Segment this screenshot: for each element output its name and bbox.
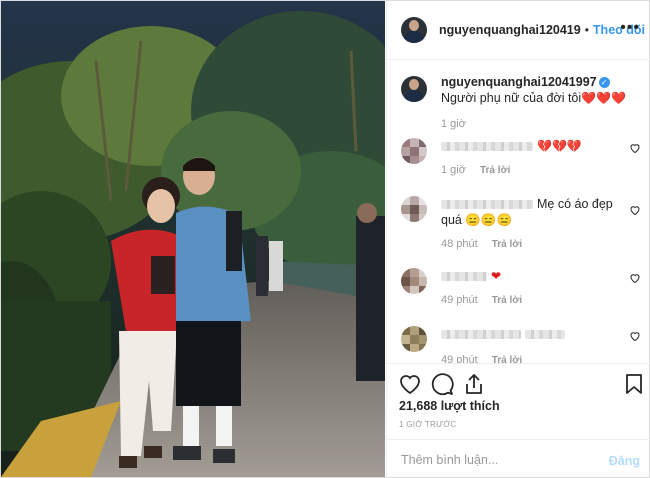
caption-hearts: ❤️❤️❤️ — [581, 91, 626, 105]
comment-time-text[interactable]: 48 phút — [441, 238, 478, 250]
blurred-username — [441, 330, 521, 340]
add-comment-bar: Đăng — [387, 439, 650, 478]
caption-username[interactable]: nguyenquanghai12041997 — [441, 75, 597, 89]
more-icon[interactable]: ••• — [620, 20, 640, 36]
comment-text-block — [441, 326, 616, 342]
comment-time-text[interactable]: 49 phút — [441, 354, 478, 363]
verified-icon: ✓ — [598, 77, 610, 88]
comment-time-text[interactable]: 1 giờ — [441, 164, 466, 176]
comment-heart-icon[interactable] — [629, 142, 641, 154]
reply-button[interactable]: Trả lời — [492, 355, 522, 363]
comment-heart-icon[interactable] — [629, 204, 641, 216]
post-timestamp: 1 GIỜ TRƯỚC — [399, 420, 457, 429]
reply-button[interactable]: Trả lời — [480, 165, 510, 176]
comment-input[interactable] — [399, 450, 593, 470]
post-modal: nguyenquanghai120419 • Theo dõi ••• nguy… — [0, 0, 650, 478]
blurred-username — [441, 272, 487, 282]
post-panel: nguyenquanghai120419 • Theo dõi ••• nguy… — [386, 1, 650, 477]
photo-image — [1, 1, 385, 477]
comment-time: 49 phút Trả lời — [441, 294, 522, 306]
comment-hearts: ❤ — [491, 269, 502, 283]
comment-icon[interactable] — [430, 372, 454, 396]
reply-button[interactable]: Trả lời — [492, 295, 522, 306]
comment-avatar[interactable] — [401, 268, 427, 294]
heart-icon[interactable] — [398, 372, 422, 396]
comment-emoji: 😑😑😑 — [465, 213, 513, 227]
reply-button[interactable]: Trả lời — [492, 239, 522, 250]
comment-text-block: 💔💔💔 — [441, 138, 616, 154]
header-username[interactable]: nguyenquanghai120419 — [439, 23, 581, 37]
caption-text: Người phụ nữ của đời tôi — [441, 91, 582, 105]
comment-heart-icon[interactable] — [629, 272, 641, 284]
comment-time: 48 phút Trả lời — [441, 238, 522, 250]
post-comment-button[interactable]: Đăng — [609, 454, 640, 468]
comments-list[interactable]: nguyenquanghai12041997 ✓ Người phụ nữ của… — [387, 60, 650, 363]
comment-avatar[interactable] — [401, 326, 427, 352]
comment-heart-icon[interactable] — [629, 330, 641, 342]
blurred-text — [525, 330, 565, 340]
bookmark-icon[interactable] — [622, 372, 646, 396]
post-photo[interactable] — [1, 1, 385, 477]
comment-time-text[interactable]: 49 phút — [441, 294, 478, 306]
comment-text-block: Mẹ có áo đẹp quá 😑😑😑 — [441, 196, 616, 228]
blurred-username — [441, 200, 533, 210]
caption-time[interactable]: 1 giờ — [441, 118, 466, 130]
share-icon[interactable] — [462, 372, 486, 396]
comment-time: 1 giờ Trả lời — [441, 164, 510, 176]
avatar[interactable] — [401, 17, 427, 43]
post-header: nguyenquanghai120419 • Theo dõi ••• — [387, 1, 650, 60]
caption-avatar[interactable] — [401, 76, 427, 102]
comment-avatar[interactable] — [401, 196, 427, 222]
blurred-username — [441, 142, 533, 152]
comment-text-block: ❤ — [441, 268, 616, 284]
separator-dot: • — [584, 23, 589, 37]
likes-count[interactable]: 21,688 lượt thích — [399, 399, 500, 413]
comment-time: 49 phút Trả lời — [441, 354, 522, 363]
comment-avatar[interactable] — [401, 138, 427, 164]
caption-text-block: nguyenquanghai12041997 ✓ Người phụ nữ của… — [441, 74, 641, 106]
comment-hearts: 💔💔💔 — [537, 139, 582, 153]
